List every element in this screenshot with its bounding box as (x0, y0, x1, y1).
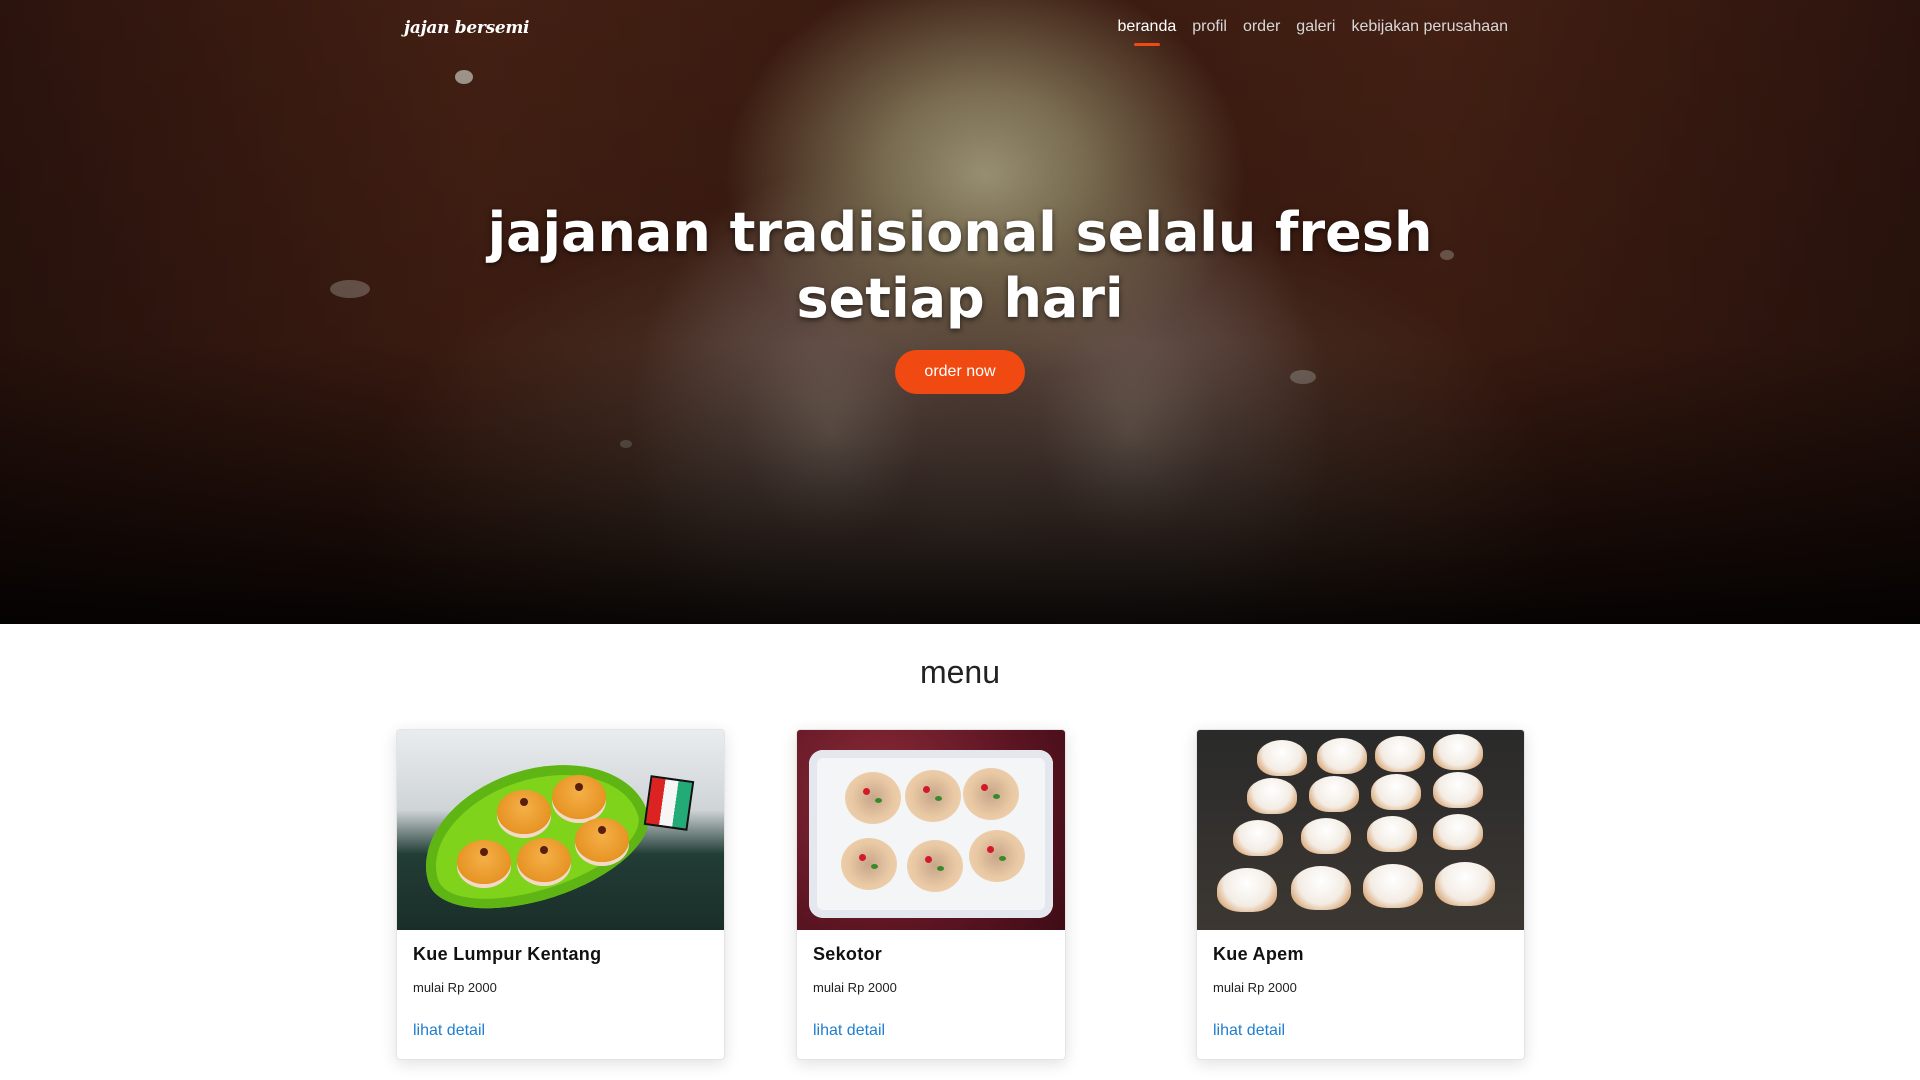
apem-item (1371, 774, 1421, 810)
tart-item (969, 830, 1025, 882)
nav-link-order[interactable]: order (1243, 18, 1280, 36)
apem-item (1217, 868, 1277, 912)
apem-item (1247, 778, 1297, 814)
lihat-detail-link[interactable]: lihat detail (1213, 1022, 1285, 1040)
apem-item (1291, 866, 1351, 910)
cake-item (552, 775, 606, 819)
menu-card-kue-lumpur-kentang[interactable]: Kue Lumpur Kentang mulai Rp 2000 lihat d… (396, 729, 725, 1060)
lihat-detail-link[interactable]: lihat detail (413, 1022, 485, 1040)
hero-title: jajanan tradisional selalu fresh setiap … (0, 200, 1920, 332)
cake-item (575, 818, 629, 862)
lihat-detail-link[interactable]: lihat detail (813, 1022, 885, 1040)
apem-item (1233, 820, 1283, 856)
apem-item (1433, 814, 1483, 850)
nav-link-beranda[interactable]: beranda (1118, 18, 1176, 46)
hero-title-line-2: setiap hari (796, 267, 1124, 330)
apem-item (1435, 862, 1495, 906)
apem-item (1257, 740, 1307, 776)
menu-item-name: Kue Apem (1213, 944, 1304, 964)
tart-item (841, 838, 897, 890)
menu-card-kue-apem[interactable]: Kue Apem mulai Rp 2000 lihat detail (1196, 729, 1525, 1060)
menu-item-name: Sekotor (813, 944, 883, 964)
menu-item-price: mulai Rp 2000 (1213, 980, 1297, 995)
sekotor-photo (797, 730, 1065, 930)
nav-link-galeri[interactable]: galeri (1296, 18, 1335, 36)
nav-link-kebijakan-perusahaan[interactable]: kebijakan perusahaan (1351, 18, 1508, 36)
menu-item-price: mulai Rp 2000 (813, 980, 897, 995)
tart-item (963, 768, 1019, 820)
menu-card-sekotor[interactable]: Sekotor mulai Rp 2000 lihat detail (796, 729, 1066, 1060)
tart-item (907, 840, 963, 892)
tart-item (905, 770, 961, 822)
kue-lumpur-kentang-photo (397, 730, 724, 930)
menu-item-name: Kue Lumpur Kentang (413, 944, 602, 964)
menu-section-title: menu (919, 654, 1001, 690)
cake-item (517, 838, 571, 882)
apem-item (1433, 734, 1483, 770)
apem-item (1317, 738, 1367, 774)
cake-item (497, 790, 551, 834)
cake-item (457, 840, 511, 884)
apem-item (1309, 776, 1359, 812)
apem-item (1363, 864, 1423, 908)
tart-item (845, 772, 901, 824)
apem-item (1367, 816, 1417, 852)
top-navbar: jajan bersemi beranda profil order galer… (0, 0, 1920, 58)
apem-item (1375, 736, 1425, 772)
hero-banner: jajan bersemi beranda profil order galer… (0, 0, 1920, 624)
menu-item-price: mulai Rp 2000 (413, 980, 497, 995)
order-now-button[interactable]: order now (895, 350, 1025, 394)
apem-item (1301, 818, 1351, 854)
nav-links: beranda profil order galeri kebijakan pe… (1118, 18, 1508, 46)
kue-apem-photo (1197, 730, 1524, 930)
hero-title-line-1: jajanan tradisional selalu fresh (487, 201, 1433, 264)
brand-logo[interactable]: jajan bersemi (404, 18, 530, 38)
apem-item (1433, 772, 1483, 808)
nav-link-profil[interactable]: profil (1192, 18, 1227, 36)
rubiks-cube (643, 775, 695, 831)
